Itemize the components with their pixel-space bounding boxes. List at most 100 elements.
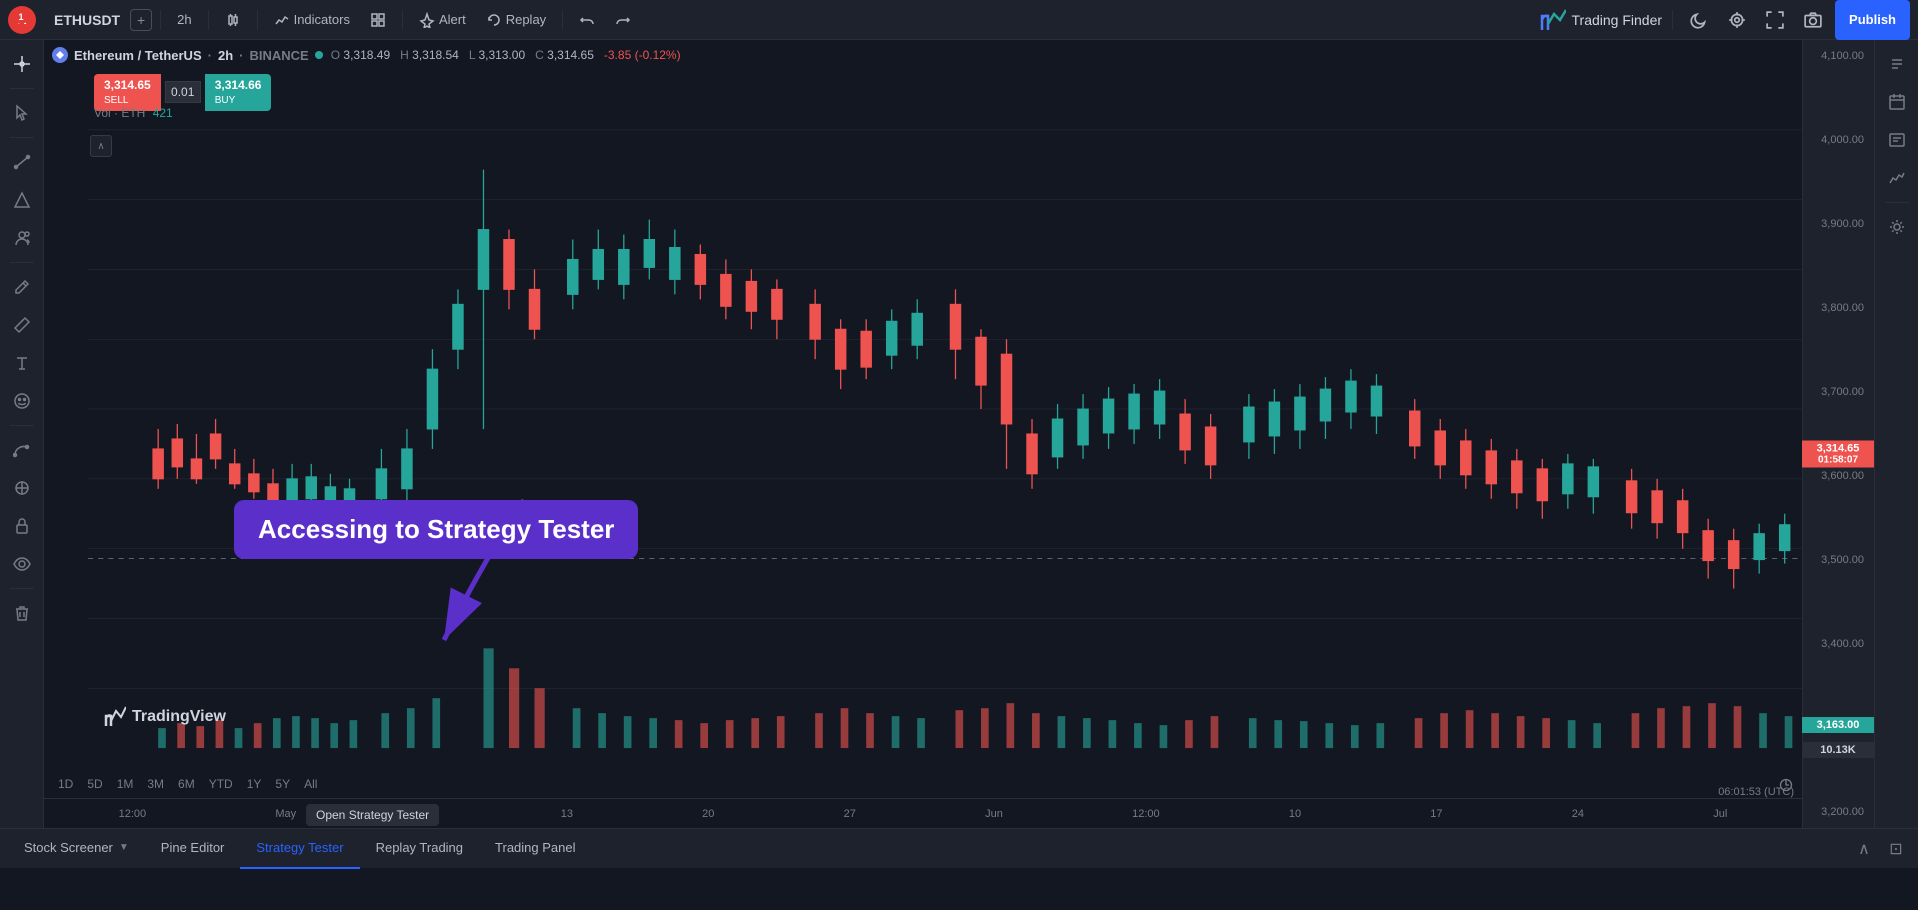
- price-3700: 3,700.00: [1807, 386, 1870, 398]
- ts-all[interactable]: All: [298, 775, 323, 793]
- layout-icon: [370, 12, 386, 28]
- price-scale: 4,100.00 4,000.00 3,900.00 3,800.00 3,70…: [1802, 40, 1874, 828]
- collapse-up-icon[interactable]: ∧: [1850, 835, 1878, 863]
- pencil-tool[interactable]: [4, 269, 40, 305]
- time-label-1200: 12:00: [119, 808, 147, 820]
- timescale-bar: 1D 5D 1M 3M 6M YTD 1Y 5Y All: [44, 770, 331, 798]
- chart-area[interactable]: Ethereum / TetherUS · 2h · BINANCE O 3,3…: [44, 40, 1874, 828]
- settings-panel[interactable]: [1879, 209, 1915, 245]
- tab-strategy-tester[interactable]: Strategy Tester: [240, 829, 359, 869]
- time-label-24: 24: [1572, 808, 1584, 820]
- ohlc-symbol: Ethereum / TetherUS · 2h · BINANCE: [52, 47, 323, 63]
- watchlist-icon: [1888, 55, 1906, 73]
- publish-button[interactable]: Publish: [1835, 0, 1910, 40]
- indicators-icon: [274, 12, 290, 28]
- notification-badge: 1: [14, 10, 28, 24]
- crosshair-tool[interactable]: [4, 46, 40, 82]
- watch-tool[interactable]: [4, 546, 40, 582]
- quantity-input[interactable]: [165, 81, 201, 103]
- time-label-13: 13: [561, 808, 573, 820]
- fullscreen-icon-btn[interactable]: [1759, 4, 1791, 36]
- chart-type-button[interactable]: [217, 8, 249, 32]
- ts-1d[interactable]: 1D: [52, 775, 79, 793]
- replay-button[interactable]: Replay: [478, 8, 554, 32]
- timeframe-button[interactable]: 2h: [169, 8, 199, 31]
- ohlc-separator: ·: [208, 48, 212, 63]
- alert-button[interactable]: Alert: [411, 8, 474, 32]
- sidebar-divider-4: [10, 425, 34, 426]
- measure-icon: [13, 316, 31, 334]
- time-label-jun: Jun: [985, 808, 1003, 820]
- time-label-17: 17: [1430, 808, 1442, 820]
- layout-button[interactable]: [362, 8, 394, 32]
- lock-tool[interactable]: [4, 508, 40, 544]
- ohlc-pair: Ethereum / TetherUS: [74, 48, 202, 63]
- main-layout: Ethereum / TetherUS · 2h · BINANCE O 3,3…: [0, 40, 1918, 828]
- app-logo[interactable]: R 1: [8, 6, 36, 34]
- target-icon: [1728, 11, 1746, 29]
- time-axis: 12:00 May 6 13 20 27 Jun 12:00 10 17 24 …: [44, 798, 1802, 828]
- calendar-panel[interactable]: [1879, 84, 1915, 120]
- price-3400: 3,400.00: [1807, 638, 1870, 650]
- buy-button[interactable]: 3,314.66 BUY: [205, 74, 272, 111]
- trading-finder-icon: [1538, 6, 1566, 34]
- green-price-tag: 3,163.00: [1802, 717, 1874, 733]
- bottom-tabs: Stock Screener ▼ Pine Editor Strategy Te…: [0, 828, 1918, 868]
- trendline-tool[interactable]: [4, 144, 40, 180]
- ts-5y[interactable]: 5Y: [269, 775, 296, 793]
- data-icon: [1888, 169, 1906, 187]
- shapes-icon: [13, 191, 31, 209]
- stock-screener-chevron: ▼: [119, 842, 129, 853]
- ts-1y[interactable]: 1Y: [241, 775, 268, 793]
- toolbar-right: Trading Finder: [1538, 0, 1910, 40]
- time-label-6: 6: [425, 808, 431, 820]
- tab-trading-panel[interactable]: Trading Panel: [479, 829, 591, 869]
- redo-button[interactable]: [607, 8, 639, 32]
- patterns-tool[interactable]: [4, 470, 40, 506]
- time-label-may: May: [275, 808, 296, 820]
- news-panel[interactable]: [1879, 122, 1915, 158]
- lock-icon: [13, 517, 31, 535]
- tab-stock-screener[interactable]: Stock Screener ▼: [8, 829, 145, 869]
- fib-tool[interactable]: [4, 432, 40, 468]
- shapes-tool[interactable]: [4, 182, 40, 218]
- symbol-search[interactable]: ETHUSDT: [44, 10, 126, 30]
- cursor-tool[interactable]: [4, 95, 40, 131]
- low-label: L 3,313.00: [469, 48, 525, 62]
- symbol-label: ETHUSDT: [54, 12, 120, 28]
- indicators-button[interactable]: Indicators: [266, 8, 358, 32]
- price-3500: 3,500.00: [1807, 554, 1870, 566]
- ts-6m[interactable]: 6M: [172, 775, 201, 793]
- ohlc-status-dot: [315, 51, 323, 59]
- add-symbol-button[interactable]: +: [130, 9, 152, 31]
- current-price-tag: 3,314.65 01:58:07: [1802, 441, 1874, 468]
- data-panel[interactable]: [1879, 160, 1915, 196]
- target-icon-btn[interactable]: [1721, 4, 1753, 36]
- measure-tool[interactable]: [4, 307, 40, 343]
- trash-tool[interactable]: [4, 595, 40, 631]
- ts-1m[interactable]: 1M: [111, 775, 140, 793]
- patterns-icon: [13, 479, 31, 497]
- replay-icon: [486, 12, 502, 28]
- divider-1: [160, 10, 161, 30]
- text-tool[interactable]: [4, 345, 40, 381]
- watchlist-panel[interactable]: [1879, 46, 1915, 82]
- undo-button[interactable]: [571, 8, 603, 32]
- top-toolbar: R 1 ETHUSDT + 2h Indicators: [0, 0, 1918, 40]
- camera-icon-btn[interactable]: [1797, 4, 1829, 36]
- ts-5d[interactable]: 5D: [81, 775, 108, 793]
- tradingview-logo: TradingView: [104, 706, 226, 728]
- emoji-tool[interactable]: [4, 383, 40, 419]
- ts-ytd[interactable]: YTD: [203, 775, 239, 793]
- fullscreen-icon: [1766, 11, 1784, 29]
- collapse-button[interactable]: ∧: [90, 135, 112, 157]
- collapse-expand-icon[interactable]: ⊡: [1882, 835, 1910, 863]
- ts-3m[interactable]: 3M: [141, 775, 170, 793]
- tab-replay-trading[interactable]: Replay Trading: [360, 829, 479, 869]
- moon-icon-btn[interactable]: [1683, 4, 1715, 36]
- volume-label: Vol · ETH 421: [94, 106, 173, 120]
- open-label: O 3,318.49: [331, 48, 390, 62]
- redo-icon: [615, 12, 631, 28]
- tab-pine-editor[interactable]: Pine Editor: [145, 829, 241, 869]
- community-tool[interactable]: [4, 220, 40, 256]
